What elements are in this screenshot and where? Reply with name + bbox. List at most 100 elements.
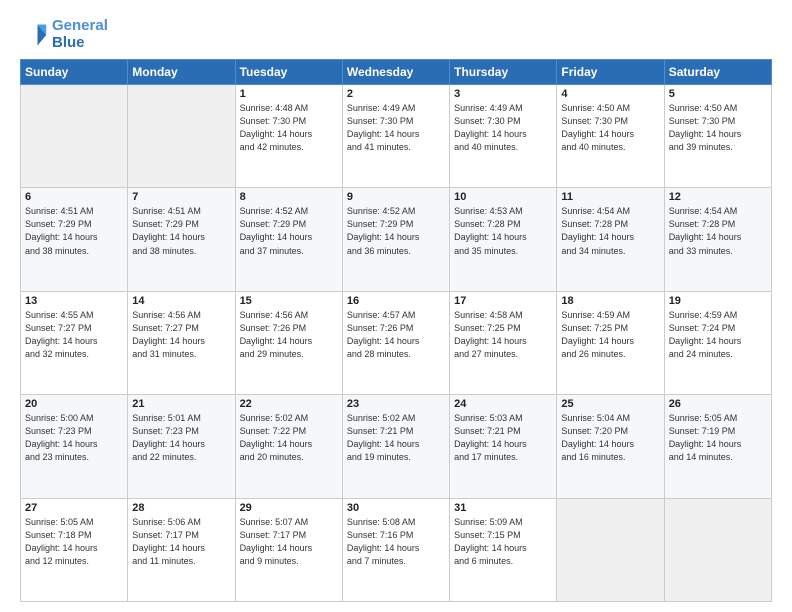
day-number: 13 <box>25 295 123 307</box>
calendar-cell: 20 Sunrise: 5:00 AM Sunset: 7:23 PM Dayli… <box>21 395 128 498</box>
day-number: 31 <box>454 502 552 514</box>
day-info: Sunrise: 5:08 AM Sunset: 7:16 PM Dayligh… <box>347 516 445 568</box>
calendar-cell: 12 Sunrise: 4:54 AM Sunset: 7:28 PM Dayli… <box>664 188 771 291</box>
day-number: 9 <box>347 191 445 203</box>
day-info: Sunrise: 4:54 AM Sunset: 7:28 PM Dayligh… <box>561 205 659 257</box>
weekday-header: Thursday <box>450 60 557 85</box>
day-number: 23 <box>347 398 445 410</box>
header: General Blue <box>20 18 772 51</box>
day-info: Sunrise: 4:54 AM Sunset: 7:28 PM Dayligh… <box>669 205 767 257</box>
day-number: 25 <box>561 398 659 410</box>
calendar-week-row: 13 Sunrise: 4:55 AM Sunset: 7:27 PM Dayli… <box>21 291 772 394</box>
day-number: 11 <box>561 191 659 203</box>
calendar-header-row: SundayMondayTuesdayWednesdayThursdayFrid… <box>21 60 772 85</box>
calendar-cell: 7Sunrise: 4:51 AM Sunset: 7:29 PM Daylig… <box>128 188 235 291</box>
calendar-week-row: 27 Sunrise: 5:05 AM Sunset: 7:18 PM Dayli… <box>21 498 772 601</box>
calendar-cell: 4Sunrise: 4:50 AM Sunset: 7:30 PM Daylig… <box>557 85 664 188</box>
calendar-cell: 2 Sunrise: 4:49 AM Sunset: 7:30 PM Daylig… <box>342 85 449 188</box>
day-number: 20 <box>25 398 123 410</box>
day-number: 5 <box>669 88 767 100</box>
day-number: 18 <box>561 295 659 307</box>
calendar-week-row: 20 Sunrise: 5:00 AM Sunset: 7:23 PM Dayli… <box>21 395 772 498</box>
day-number: 8 <box>240 191 338 203</box>
calendar-cell: 30 Sunrise: 5:08 AM Sunset: 7:16 PM Dayli… <box>342 498 449 601</box>
calendar-week-row: 6 Sunrise: 4:51 AM Sunset: 7:29 PM Daylig… <box>21 188 772 291</box>
day-info: Sunrise: 4:51 AM Sunset: 7:29 PM Dayligh… <box>25 205 123 257</box>
day-number: 29 <box>240 502 338 514</box>
day-number: 21 <box>132 398 230 410</box>
day-number: 24 <box>454 398 552 410</box>
page: General Blue SundayMondayTuesdayWednesda… <box>0 0 792 612</box>
day-info: Sunrise: 4:55 AM Sunset: 7:27 PM Dayligh… <box>25 309 123 361</box>
day-number: 14 <box>132 295 230 307</box>
calendar-cell: 28 Sunrise: 5:06 AM Sunset: 7:17 PM Dayli… <box>128 498 235 601</box>
calendar-cell: 19 Sunrise: 4:59 AM Sunset: 7:24 PM Dayli… <box>664 291 771 394</box>
day-number: 30 <box>347 502 445 514</box>
day-number: 27 <box>25 502 123 514</box>
calendar-table: SundayMondayTuesdayWednesdayThursdayFrid… <box>20 59 772 602</box>
day-info: Sunrise: 4:57 AM Sunset: 7:26 PM Dayligh… <box>347 309 445 361</box>
calendar-cell: 9 Sunrise: 4:52 AM Sunset: 7:29 PM Daylig… <box>342 188 449 291</box>
calendar-cell <box>21 85 128 188</box>
logo-icon <box>20 21 48 49</box>
calendar-cell: 25 Sunrise: 5:04 AM Sunset: 7:20 PM Dayli… <box>557 395 664 498</box>
day-info: Sunrise: 5:09 AM Sunset: 7:15 PM Dayligh… <box>454 516 552 568</box>
day-number: 6 <box>25 191 123 203</box>
day-info: Sunrise: 4:59 AM Sunset: 7:24 PM Dayligh… <box>669 309 767 361</box>
weekday-header: Friday <box>557 60 664 85</box>
day-info: Sunrise: 5:03 AM Sunset: 7:21 PM Dayligh… <box>454 412 552 464</box>
day-info: Sunrise: 4:49 AM Sunset: 7:30 PM Dayligh… <box>454 102 552 154</box>
day-info: Sunrise: 4:52 AM Sunset: 7:29 PM Dayligh… <box>240 205 338 257</box>
calendar-cell: 1Sunrise: 4:48 AM Sunset: 7:30 PM Daylig… <box>235 85 342 188</box>
day-number: 4 <box>561 88 659 100</box>
calendar-cell: 31 Sunrise: 5:09 AM Sunset: 7:15 PM Dayli… <box>450 498 557 601</box>
day-info: Sunrise: 4:50 AM Sunset: 7:30 PM Dayligh… <box>669 102 767 154</box>
day-info: Sunrise: 4:52 AM Sunset: 7:29 PM Dayligh… <box>347 205 445 257</box>
day-number: 12 <box>669 191 767 203</box>
weekday-header: Saturday <box>664 60 771 85</box>
calendar-cell: 6 Sunrise: 4:51 AM Sunset: 7:29 PM Daylig… <box>21 188 128 291</box>
weekday-header: Sunday <box>21 60 128 85</box>
calendar-cell: 11 Sunrise: 4:54 AM Sunset: 7:28 PM Dayli… <box>557 188 664 291</box>
day-number: 10 <box>454 191 552 203</box>
calendar-cell: 22Sunrise: 5:02 AM Sunset: 7:22 PM Dayli… <box>235 395 342 498</box>
day-info: Sunrise: 4:56 AM Sunset: 7:27 PM Dayligh… <box>132 309 230 361</box>
weekday-header: Wednesday <box>342 60 449 85</box>
day-info: Sunrise: 5:05 AM Sunset: 7:18 PM Dayligh… <box>25 516 123 568</box>
day-number: 28 <box>132 502 230 514</box>
calendar-cell: 3 Sunrise: 4:49 AM Sunset: 7:30 PM Daylig… <box>450 85 557 188</box>
day-info: Sunrise: 5:01 AM Sunset: 7:23 PM Dayligh… <box>132 412 230 464</box>
day-number: 19 <box>669 295 767 307</box>
calendar-cell: 21 Sunrise: 5:01 AM Sunset: 7:23 PM Dayli… <box>128 395 235 498</box>
day-info: Sunrise: 5:06 AM Sunset: 7:17 PM Dayligh… <box>132 516 230 568</box>
calendar-cell <box>557 498 664 601</box>
calendar-cell: 18 Sunrise: 4:59 AM Sunset: 7:25 PM Dayli… <box>557 291 664 394</box>
day-number: 7 <box>132 191 230 203</box>
day-info: Sunrise: 5:02 AM Sunset: 7:22 PM Dayligh… <box>240 412 338 464</box>
day-info: Sunrise: 5:02 AM Sunset: 7:21 PM Dayligh… <box>347 412 445 464</box>
calendar-cell: 29 Sunrise: 5:07 AM Sunset: 7:17 PM Dayli… <box>235 498 342 601</box>
logo: General Blue <box>20 18 108 51</box>
day-info: Sunrise: 5:04 AM Sunset: 7:20 PM Dayligh… <box>561 412 659 464</box>
weekday-header: Monday <box>128 60 235 85</box>
day-number: 2 <box>347 88 445 100</box>
calendar-cell: 26Sunrise: 5:05 AM Sunset: 7:19 PM Dayli… <box>664 395 771 498</box>
day-info: Sunrise: 5:00 AM Sunset: 7:23 PM Dayligh… <box>25 412 123 464</box>
day-number: 1 <box>240 88 338 100</box>
weekday-header: Tuesday <box>235 60 342 85</box>
calendar-cell <box>128 85 235 188</box>
day-number: 16 <box>347 295 445 307</box>
calendar-cell: 24 Sunrise: 5:03 AM Sunset: 7:21 PM Dayli… <box>450 395 557 498</box>
day-number: 3 <box>454 88 552 100</box>
day-info: Sunrise: 4:49 AM Sunset: 7:30 PM Dayligh… <box>347 102 445 154</box>
day-info: Sunrise: 4:59 AM Sunset: 7:25 PM Dayligh… <box>561 309 659 361</box>
day-number: 15 <box>240 295 338 307</box>
day-info: Sunrise: 4:58 AM Sunset: 7:25 PM Dayligh… <box>454 309 552 361</box>
calendar-cell <box>664 498 771 601</box>
day-info: Sunrise: 5:07 AM Sunset: 7:17 PM Dayligh… <box>240 516 338 568</box>
calendar-cell: 14 Sunrise: 4:56 AM Sunset: 7:27 PM Dayli… <box>128 291 235 394</box>
calendar-cell: 5 Sunrise: 4:50 AM Sunset: 7:30 PM Daylig… <box>664 85 771 188</box>
calendar-cell: 16 Sunrise: 4:57 AM Sunset: 7:26 PM Dayli… <box>342 291 449 394</box>
calendar-week-row: 1Sunrise: 4:48 AM Sunset: 7:30 PM Daylig… <box>21 85 772 188</box>
logo-text: General Blue <box>52 18 108 51</box>
